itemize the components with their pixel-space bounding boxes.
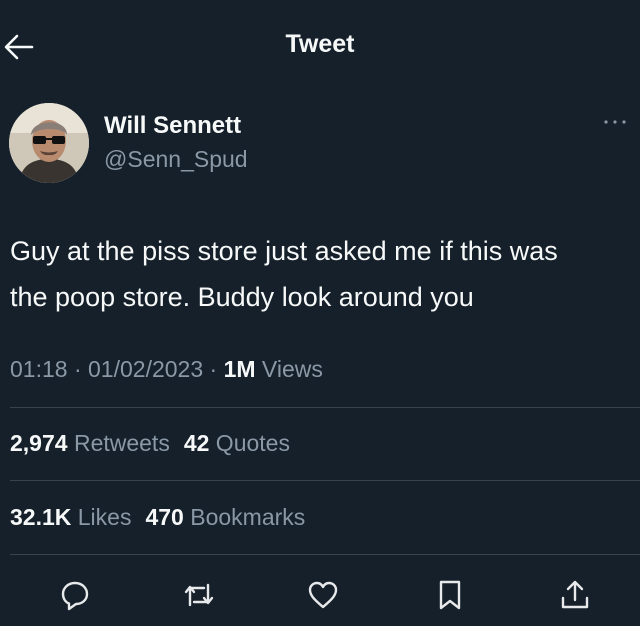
avatar[interactable] bbox=[9, 103, 89, 183]
top-bar: Tweet bbox=[0, 0, 640, 90]
author-name[interactable]: Will Sennett bbox=[104, 112, 241, 140]
author-handle[interactable]: @Senn_Spud bbox=[104, 146, 248, 173]
views-count: 1M bbox=[223, 356, 256, 382]
share-icon[interactable] bbox=[558, 578, 592, 612]
bookmarks-label: Bookmarks bbox=[183, 504, 306, 530]
likes-bookmarks-stats: 32.1K Likes 470 Bookmarks bbox=[10, 504, 305, 531]
quotes-count: 42 bbox=[183, 430, 210, 456]
tweet-text: Guy at the piss store just asked me if t… bbox=[10, 228, 632, 320]
tweet-text-line: the poop store. Buddy look around you bbox=[10, 282, 474, 312]
likes-label: Likes bbox=[71, 504, 132, 530]
meta-separator: · bbox=[203, 356, 224, 382]
retweet-quote-stats: 2,974 Retweets 42 Quotes bbox=[10, 430, 290, 457]
more-options-icon[interactable] bbox=[602, 114, 628, 130]
tweet-time[interactable]: 01:18 bbox=[10, 356, 68, 382]
likes-link[interactable]: 32.1K Likes bbox=[10, 504, 131, 530]
divider bbox=[10, 480, 640, 481]
divider bbox=[10, 407, 640, 408]
like-icon[interactable] bbox=[306, 578, 340, 612]
retweet-icon[interactable] bbox=[182, 578, 216, 612]
tweet-meta: 01:18 · 01/02/2023 · 1M Views bbox=[10, 356, 323, 383]
page-title: Tweet bbox=[285, 30, 355, 58]
views-label: Views bbox=[255, 356, 323, 382]
meta-separator: · bbox=[67, 356, 89, 382]
bookmark-icon[interactable] bbox=[433, 578, 467, 612]
likes-count: 32.1K bbox=[10, 504, 72, 530]
retweets-label: Retweets bbox=[67, 430, 170, 456]
quotes-link[interactable]: 42 Quotes bbox=[184, 430, 290, 456]
bookmarks-count: 470 bbox=[145, 504, 184, 530]
action-bar bbox=[0, 570, 640, 620]
tweet-text-line: Guy at the piss store just asked me if t… bbox=[10, 236, 558, 266]
retweets-link[interactable]: 2,974 Retweets bbox=[10, 430, 170, 456]
divider bbox=[10, 554, 640, 555]
quotes-label: Quotes bbox=[209, 430, 290, 456]
tweet-date[interactable]: 01/02/2023 bbox=[88, 356, 203, 382]
bookmarks-link[interactable]: 470 Bookmarks bbox=[145, 504, 305, 530]
retweets-count: 2,974 bbox=[10, 430, 68, 456]
reply-icon[interactable] bbox=[58, 578, 92, 612]
